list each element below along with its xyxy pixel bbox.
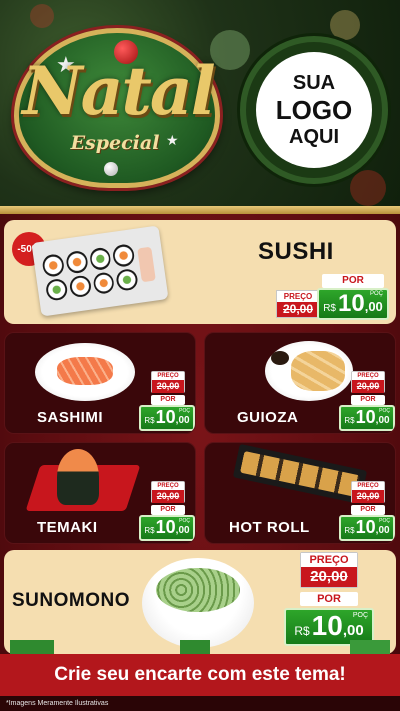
preco-label: PREÇO	[152, 372, 184, 380]
sushi-pieces	[41, 243, 139, 302]
old-price-tag: PREÇO 20,00	[300, 552, 358, 588]
price-decimal: ,00	[175, 415, 190, 426]
sashimi-plate-image	[35, 343, 135, 401]
product-name: SUSHI	[258, 238, 334, 265]
logo-line: SUA	[292, 72, 336, 94]
hot-roll-tray-image	[232, 443, 368, 505]
old-price-tag: PREÇO 20,00	[151, 481, 185, 503]
old-price-tag: PREÇO 20,00	[276, 290, 320, 318]
preco-label: PREÇO	[152, 482, 184, 490]
poc-label: POÇ	[179, 518, 190, 524]
price-integer: 10	[311, 610, 343, 641]
preco-label: PREÇO	[301, 553, 357, 567]
old-price: 20,00	[152, 490, 184, 503]
bokeh-light	[350, 170, 386, 206]
old-price-tag: PREÇO 20,00	[351, 371, 385, 393]
price-decimal: ,00	[342, 622, 364, 639]
price-decimal: ,00	[175, 525, 190, 536]
logo-text: SUA LOGO AQUI	[256, 52, 372, 168]
product-name: SUNOMONO	[12, 590, 130, 611]
product-card-guioza: GUIOZA PREÇO 20,00 POR R$ 10 ,00 POÇ	[204, 332, 396, 434]
new-price-tag: R$ 10 ,00 POÇ	[339, 405, 395, 431]
product-card-sunomono: SUNOMONO PREÇO 20,00 POR R$ 10 ,00 POÇ	[4, 550, 396, 654]
price-integer: 10	[355, 517, 376, 537]
gold-divider	[0, 206, 400, 214]
new-price-tag: R$ 10 ,00 POÇ	[317, 288, 389, 320]
new-price-tag: R$ 10 ,00 POÇ	[339, 515, 395, 541]
guioza-plate-image	[265, 341, 353, 401]
price-decimal: ,00	[364, 299, 383, 314]
disclaimer-text: *Imagens Meramente Ilustrativas	[0, 696, 400, 711]
currency: R$	[144, 416, 155, 425]
product-name: HOT ROLL	[229, 519, 310, 536]
product-card-hot-roll: HOT ROLL PREÇO 20,00 POR R$ 10 ,00 POÇ	[204, 442, 396, 544]
currency: R$	[294, 624, 310, 638]
new-price-tag: R$ 10 ,00 POÇ	[139, 515, 195, 541]
old-price: 20,00	[352, 380, 384, 393]
logo-line: LOGO	[275, 95, 353, 125]
currency: R$	[344, 416, 355, 425]
sunomono-bowl-image	[142, 558, 254, 648]
poc-label: POÇ	[369, 291, 383, 297]
price-decimal: ,00	[375, 525, 390, 536]
flyer-page: ★ ★ Natal Especial SUA LOGO AQUI -50% SU…	[0, 0, 400, 711]
poc-label: POÇ	[179, 408, 190, 414]
price-decimal: ,00	[375, 415, 390, 426]
product-name: TEMAKI	[37, 519, 98, 536]
currency: R$	[344, 526, 355, 535]
logo-line: AQUI	[289, 126, 339, 148]
old-price: 20,00	[152, 380, 184, 393]
brand-title: Natal	[22, 52, 215, 130]
product-card-temaki: TEMAKI PREÇO 20,00 POR R$ 10 ,00 POÇ	[4, 442, 196, 544]
price-integer: 10	[155, 517, 176, 537]
header-banner: ★ ★ Natal Especial SUA LOGO AQUI	[0, 0, 400, 208]
price-integer: 10	[355, 407, 376, 427]
por-label: POR	[300, 592, 358, 606]
old-price: 20,00	[352, 490, 384, 503]
ornament-icon	[104, 162, 118, 176]
cta-text: Crie seu encarte com este tema!	[54, 664, 346, 685]
logo-placeholder: SUA LOGO AQUI	[240, 36, 388, 184]
old-price: 20,00	[277, 302, 319, 317]
product-card-sashimi: SASHIMI PREÇO 20,00 POR R$ 10 ,00 POÇ	[4, 332, 196, 434]
por-label: POR	[322, 274, 384, 288]
bokeh-light	[330, 10, 360, 40]
old-price-tag: PREÇO 20,00	[151, 371, 185, 393]
new-price-tag: R$ 10 ,00 POÇ	[139, 405, 195, 431]
preco-label: PREÇO	[352, 482, 384, 490]
cta-banner: Crie seu encarte com este tema!	[0, 654, 400, 696]
product-name: GUIOZA	[237, 409, 299, 426]
poc-label: POÇ	[379, 408, 390, 414]
sushi-tray-image	[31, 225, 169, 317]
preco-label: PREÇO	[352, 372, 384, 380]
price-integer: 10	[155, 407, 176, 427]
old-price: 20,00	[301, 567, 357, 587]
currency: R$	[323, 303, 336, 314]
price-integer: 10	[338, 290, 365, 317]
old-price-tag: PREÇO 20,00	[351, 481, 385, 503]
poc-label: POÇ	[352, 612, 368, 619]
brand-subtitle: Especial	[70, 132, 160, 154]
poc-label: POÇ	[379, 518, 390, 524]
bokeh-light	[210, 30, 250, 70]
preco-label: PREÇO	[277, 291, 319, 302]
bokeh-light	[30, 4, 54, 28]
por-label: POR	[351, 505, 385, 515]
por-label: POR	[351, 395, 385, 405]
currency: R$	[144, 526, 155, 535]
temaki-cone-image	[57, 449, 99, 505]
product-card-sushi: -50% SUSHI POR PREÇO 20,00 R$ 10 ,00 POÇ	[4, 220, 396, 324]
por-label: POR	[151, 395, 185, 405]
product-name: SASHIMI	[37, 409, 104, 426]
por-label: POR	[151, 505, 185, 515]
